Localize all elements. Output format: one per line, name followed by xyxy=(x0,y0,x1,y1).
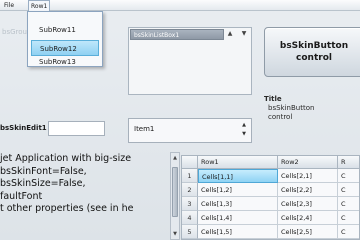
arrow-down-icon[interactable]: ▼ xyxy=(239,30,249,40)
scroll-up-icon[interactable]: ▲ xyxy=(171,153,179,163)
spin-up-icon[interactable]: ▲ xyxy=(239,121,249,130)
grid-cell[interactable]: Cells[2,4] xyxy=(278,211,338,225)
description-memo: jet Application with big-size bsSkinFont… xyxy=(0,153,178,240)
grid-cell[interactable]: Cells[1,5] xyxy=(198,225,278,239)
grid-column-header[interactable]: R xyxy=(338,156,359,169)
grid-cell[interactable]: C xyxy=(338,183,359,197)
memo-line: bsSkinSize=False, xyxy=(0,178,86,189)
grid-row-header[interactable]: 2 xyxy=(182,183,198,197)
dropdown-item-subrow13[interactable]: SubRow13 xyxy=(31,58,99,67)
grid-cell[interactable]: Cells[2,1] xyxy=(278,169,338,183)
dropdown-item-subrow12[interactable]: SubRow12 xyxy=(31,40,99,56)
dropdown-menu: SubRow11 SubRow12 SubRow13 xyxy=(27,11,103,67)
grid-cell[interactable]: Cells[2,2] xyxy=(278,183,338,197)
skin-combobox[interactable]: Item1 ▲ ▼ xyxy=(128,118,252,143)
grid-cell[interactable]: Cells[1,4] xyxy=(198,211,278,225)
grid-cell[interactable]: Cells[2,3] xyxy=(278,197,338,211)
dropdown-item-subrow11[interactable]: SubRow11 xyxy=(31,22,99,38)
title-group-line-1: bsSkinButton xyxy=(268,104,315,112)
title-group: Title bsSkinButton control xyxy=(264,95,360,137)
listbox-selected-item[interactable]: bsSkinListBox1 xyxy=(130,29,224,40)
grid-row-header[interactable]: 3 xyxy=(182,197,198,211)
grid-cell[interactable]: C xyxy=(338,197,359,211)
grid-row-header[interactable]: 5 xyxy=(182,225,198,239)
grid-column-header[interactable]: Row1 xyxy=(198,156,278,169)
memo-line: jet Application with big-size xyxy=(0,153,132,164)
grid-cell[interactable]: C xyxy=(338,225,359,239)
memo-line: faultFont xyxy=(0,190,43,202)
grid-cell[interactable]: Cells[1,2] xyxy=(198,183,278,197)
combobox-value: Item1 xyxy=(134,125,155,133)
grid-row-header[interactable]: 1 xyxy=(182,169,198,183)
grid-column-header[interactable]: Row2 xyxy=(278,156,338,169)
skin-listbox[interactable]: bsSkinListBox1 ▲ ▼ xyxy=(128,27,252,95)
grid-row-header[interactable]: 4 xyxy=(182,211,198,225)
grid-cell[interactable]: C xyxy=(338,169,359,183)
scroll-thumb[interactable] xyxy=(172,167,178,217)
listbox-arrows: ▲ ▼ xyxy=(225,30,249,40)
spin-down-icon[interactable]: ▼ xyxy=(239,130,249,139)
grid-cell-selected[interactable]: Cells[1,1] xyxy=(198,169,278,183)
memo-line: t other properties (see in he xyxy=(0,203,134,214)
skin-button-label-2: control xyxy=(296,53,332,63)
memo-line: bsSkinFont=False, xyxy=(0,165,87,177)
grid-cell[interactable]: Cells[1,3] xyxy=(198,197,278,211)
grid-corner xyxy=(182,156,198,169)
grid-cell[interactable]: C xyxy=(338,211,359,225)
grid-cell[interactable]: Cells[2,5] xyxy=(278,225,338,239)
menu-item-file[interactable]: File xyxy=(2,0,16,11)
scroll-down-icon[interactable]: ▼ xyxy=(171,229,179,239)
memo-scrollbar[interactable]: ▲ ▼ xyxy=(170,152,180,240)
menu-bar: File Row1 xyxy=(0,0,360,11)
string-grid[interactable]: Row1 Row2 R 1 Cells[1,1] Cells[2,1] C 2 … xyxy=(181,155,360,240)
skin-button-label-1: bsSkinButton xyxy=(279,41,349,51)
combobox-spin-buttons[interactable]: ▲ ▼ xyxy=(239,121,249,140)
edit-label: bsSkinEdit1 xyxy=(0,124,47,132)
skin-edit-field[interactable] xyxy=(48,121,105,136)
skin-button[interactable]: bsSkinButton control xyxy=(264,27,360,77)
title-group-heading: Title xyxy=(264,95,282,103)
arrow-up-icon[interactable]: ▲ xyxy=(225,30,235,40)
menu-item-row1[interactable]: Row1 xyxy=(28,0,51,11)
title-group-line-2: control xyxy=(268,113,293,121)
